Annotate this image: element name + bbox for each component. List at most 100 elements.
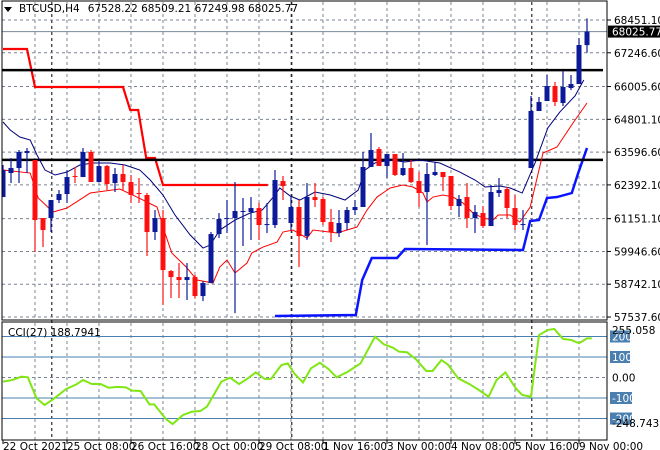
candle-body: [480, 213, 486, 227]
bearish-candle: [160, 210, 166, 306]
candle-body: [224, 218, 230, 220]
candle-body: [240, 211, 246, 213]
bearish-candle: [104, 165, 110, 191]
candle-body: [304, 197, 310, 237]
candle-body: [528, 111, 534, 169]
candle-body: [16, 152, 22, 169]
ohlc-values: 67528.22 68509.21 67249.98 68025.77: [87, 3, 299, 15]
time-axis-label: 28 Oct 00:00: [195, 441, 263, 450]
candle-body: [136, 193, 142, 195]
bearish-candle: [280, 176, 286, 201]
candle-body: [32, 160, 38, 221]
price-axis-label: 66005.60: [614, 82, 660, 94]
cci-level-label: 0.00: [612, 373, 635, 385]
candle-body: [264, 224, 270, 226]
bearish-candle: [328, 209, 334, 243]
candle-body: [416, 181, 422, 194]
candle-body: [576, 45, 582, 85]
bullish-candle: [344, 207, 350, 231]
candle-body: [88, 152, 94, 183]
bearish-candle: [416, 172, 422, 208]
cci-indicator-label: CCI(27) 188.7941: [8, 327, 101, 339]
candle-body: [584, 31, 590, 46]
candle-body: [360, 167, 366, 208]
time-axis-label: 4 Nov 08:00: [451, 441, 515, 450]
candle-body: [496, 190, 502, 194]
time-axis-label: 25 Oct 08:00: [67, 441, 135, 450]
candle-body: [312, 197, 318, 201]
candle-body: [544, 86, 550, 102]
bearish-candle: [72, 167, 78, 184]
bullish-candle: [200, 281, 206, 302]
bullish-candle: [584, 18, 590, 53]
candle-body: [8, 168, 14, 174]
candle-body: [392, 154, 398, 176]
bearish-candle: [512, 195, 518, 231]
bullish-candle: [576, 38, 582, 85]
price-axis-label: 67246.60: [614, 48, 660, 60]
bullish-candle: [264, 203, 270, 234]
bearish-candle: [40, 218, 46, 248]
candle-body: [40, 218, 46, 231]
bullish-candle: [240, 198, 246, 247]
candle-body: [120, 174, 126, 183]
candle-body: [408, 168, 414, 183]
time-axis-label: 3 Nov 00:00: [387, 441, 451, 450]
candle-body: [152, 218, 158, 233]
bullish-candle: [544, 75, 550, 102]
candle-body: [272, 180, 278, 226]
bearish-candle: [480, 206, 486, 229]
bullish-candle: [208, 232, 214, 284]
candle-body: [168, 271, 174, 278]
bullish-candle: [80, 148, 86, 178]
candle-body: [24, 151, 30, 154]
bullish-candle: [432, 162, 438, 177]
candle-body: [288, 207, 294, 224]
cci-min-label: -248.7437: [612, 418, 660, 430]
price-axis-label: 62392.10: [614, 180, 660, 192]
time-axis-label: 26 Oct 16:00: [131, 441, 199, 450]
candle-body: [96, 166, 102, 183]
bullish-candle: [16, 150, 22, 184]
candle-body: [552, 86, 558, 103]
bullish-candle: [488, 185, 494, 227]
chart-canvas[interactable]: 68451.10 67246.60 66005.60 64801.10 63596.60…: [0, 0, 660, 450]
candle-body: [368, 150, 374, 168]
candle-body: [48, 200, 54, 219]
bearish-candle: [408, 160, 414, 184]
bullish-candle: [424, 163, 430, 246]
bullish-candle: [64, 170, 70, 204]
bullish-candle: [384, 154, 390, 179]
bullish-candle: [536, 97, 542, 112]
time-axis-label: 5 Nov 16:00: [515, 441, 579, 450]
candle-body: [560, 87, 566, 104]
candle-body: [504, 189, 510, 209]
bullish-candle: [288, 197, 294, 231]
dropdown-triangle-icon[interactable]: [4, 6, 12, 12]
bullish-candle: [368, 133, 374, 168]
bearish-candle: [128, 175, 134, 204]
bullish-candle: [400, 153, 406, 177]
bearish-candle: [176, 263, 182, 299]
bullish-candle: [184, 263, 190, 301]
price-axis-label: 68451.10: [614, 15, 660, 27]
bearish-candle: [88, 150, 94, 183]
bearish-candle: [376, 147, 382, 167]
candle-body: [232, 211, 238, 219]
candle-body: [472, 212, 478, 219]
candle-body: [192, 277, 198, 297]
candle-body: [160, 218, 166, 271]
bullish-candle: [152, 210, 158, 241]
bullish-candle: [336, 210, 342, 238]
price-axis-label: 61151.10: [614, 214, 660, 226]
candle-body: [184, 277, 190, 281]
candle-body: [432, 172, 438, 176]
bullish-candle: [232, 182, 238, 314]
candle-body: [56, 194, 62, 201]
candle-body: [448, 176, 454, 207]
candle-body: [200, 283, 206, 297]
candle-body: [72, 176, 78, 178]
bullish-candle: [456, 195, 462, 218]
candle-body: [104, 166, 110, 185]
trading-chart-window: 68451.10 67246.60 66005.60 64801.10 63596.60…: [0, 0, 660, 450]
